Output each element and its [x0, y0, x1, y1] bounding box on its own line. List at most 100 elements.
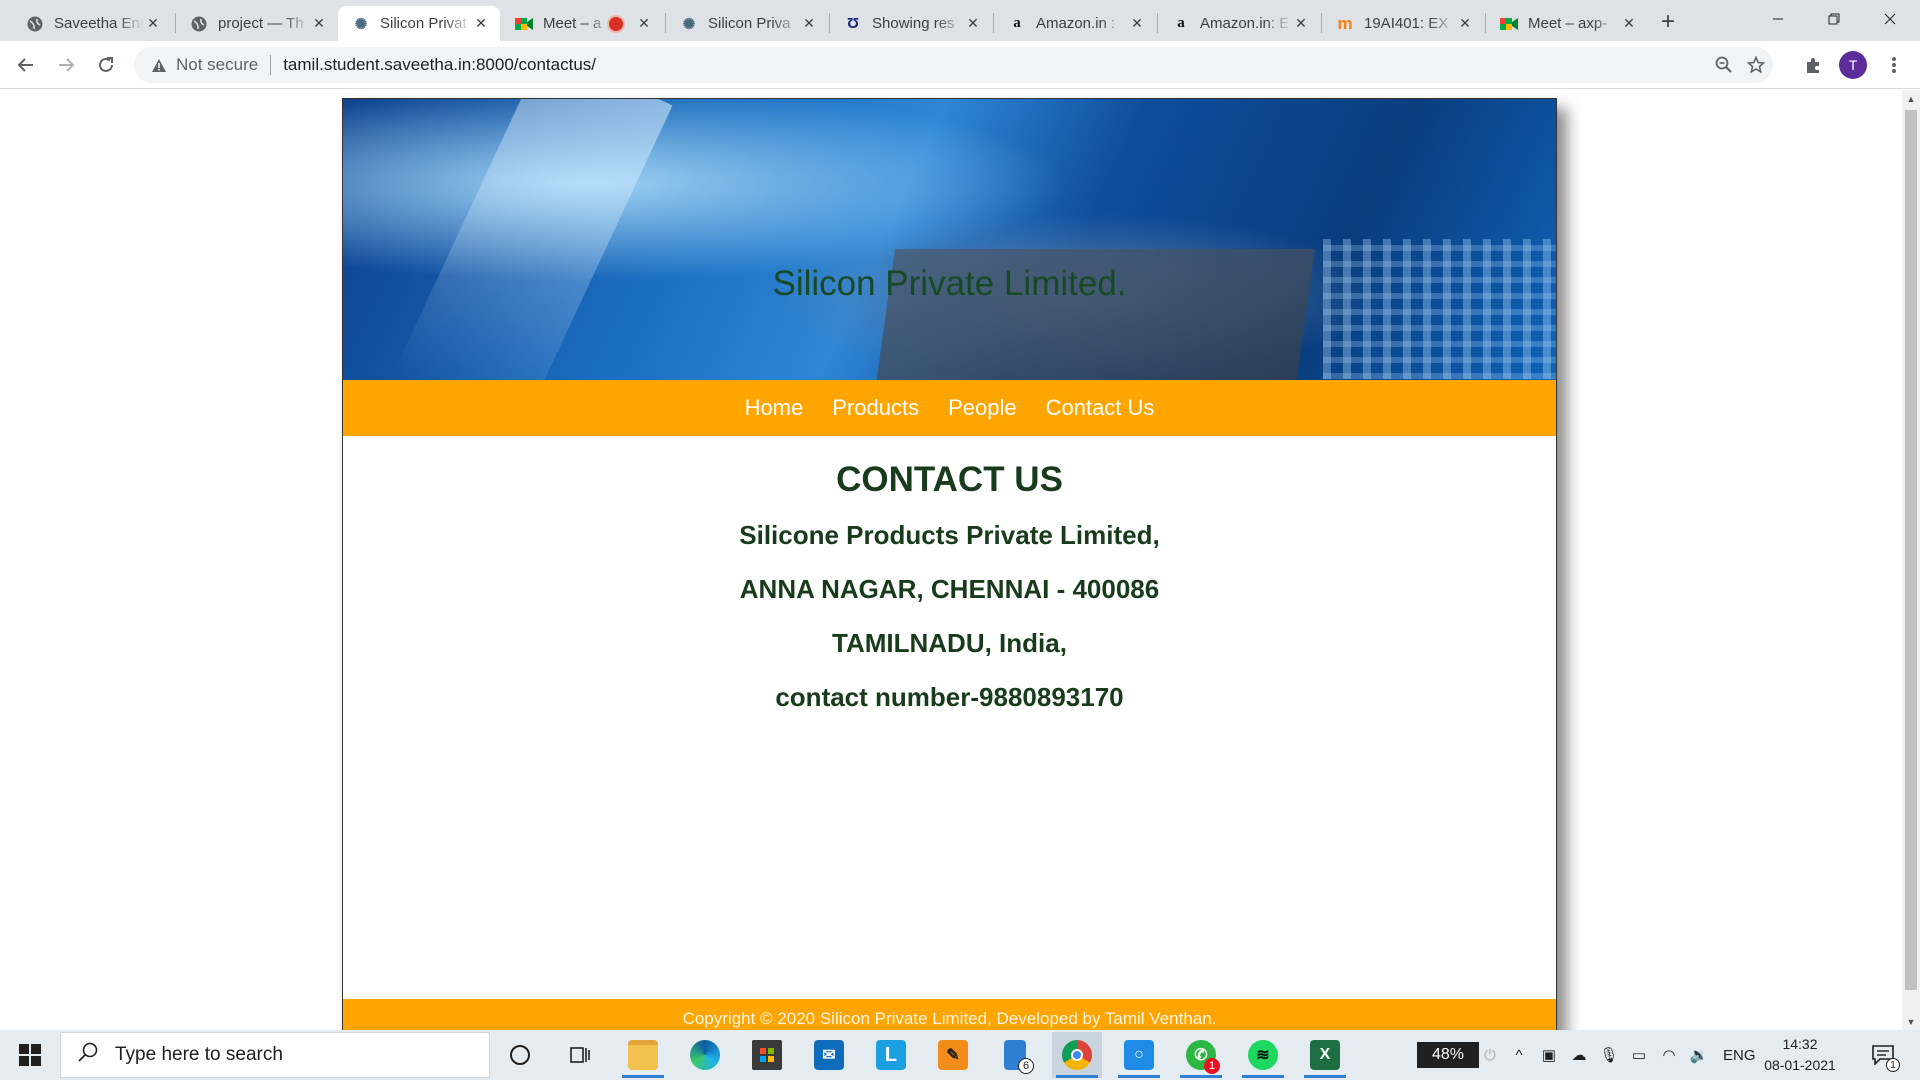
close-icon[interactable]: ✕	[310, 15, 328, 33]
contact-number: contact number-9880893170	[775, 682, 1124, 712]
close-icon[interactable]: ✕	[472, 15, 490, 33]
system-clock[interactable]: 14:32 08-01-2021	[1760, 1034, 1840, 1076]
cortana-button[interactable]	[495, 1032, 545, 1078]
wifi-icon[interactable]: ◠	[1654, 1046, 1684, 1064]
meet-tray-icon[interactable]: ▣	[1534, 1046, 1564, 1064]
app-orange-icon: ✎	[938, 1040, 968, 1070]
store-app[interactable]	[742, 1032, 792, 1078]
notification-center-icon[interactable]: 1	[1868, 1040, 1900, 1072]
edge-app[interactable]	[680, 1032, 730, 1078]
close-icon[interactable]: ✕	[635, 15, 653, 33]
tab-title: Amazon.in :	[1036, 15, 1116, 32]
chevron-up-icon[interactable]: ^	[1504, 1047, 1534, 1064]
amazon-icon: a	[1013, 15, 1021, 31]
windows-logo-icon	[19, 1044, 41, 1066]
battery-icon[interactable]: ▭	[1624, 1046, 1654, 1064]
file-explorer-app[interactable]	[618, 1032, 668, 1078]
search-placeholder: Type here to search	[115, 1044, 283, 1065]
minimize-button[interactable]	[1750, 0, 1806, 38]
task-view-button[interactable]	[555, 1032, 605, 1078]
close-icon[interactable]: ✕	[1292, 15, 1310, 33]
close-icon[interactable]: ✕	[1456, 15, 1474, 33]
close-icon[interactable]: ✕	[1128, 15, 1146, 33]
spotify-app[interactable]: ≋	[1238, 1032, 1288, 1078]
back-button[interactable]	[10, 49, 42, 81]
vertical-scrollbar[interactable]: ▲ ▼	[1902, 90, 1920, 1030]
bookmark-star-icon[interactable]	[1740, 47, 1772, 83]
tab-3-active[interactable]: ✺ Silicon Privat ✕	[338, 6, 500, 41]
language-indicator[interactable]: ENG	[1723, 1032, 1756, 1078]
l-app[interactable]: L	[866, 1032, 916, 1078]
tab-7[interactable]: a Amazon.in : ✕	[994, 6, 1156, 41]
divider	[270, 55, 272, 75]
profile-avatar[interactable]: T	[1839, 51, 1867, 79]
page-viewport: Silicon Private Limited. Home Products P…	[0, 90, 1902, 1030]
excel-app[interactable]: X	[1300, 1032, 1350, 1078]
site-brand-title: Silicon Private Limited.	[772, 264, 1127, 303]
contact-section: CONTACT US Silicone Products Private Lim…	[343, 436, 1556, 999]
phone-app[interactable]: 6	[990, 1032, 1040, 1078]
zoom-video-icon: ○	[1124, 1040, 1154, 1070]
close-window-button[interactable]	[1862, 0, 1918, 38]
search-icon	[77, 1041, 101, 1069]
close-icon[interactable]: ✕	[800, 15, 818, 33]
address-bar[interactable]: Not secure tamil.student.saveetha.in:800…	[134, 47, 1773, 83]
taskbar-search[interactable]: Type here to search	[60, 1032, 490, 1078]
close-icon[interactable]: ✕	[964, 15, 982, 33]
menu-kebab-icon[interactable]	[1878, 49, 1910, 81]
nav-link-contact-us[interactable]: Contact Us	[1046, 395, 1155, 421]
mail-app[interactable]: ✉	[804, 1032, 854, 1078]
new-tab-button[interactable]: +	[1652, 8, 1684, 36]
tab-8[interactable]: a Amazon.in: E ✕	[1158, 6, 1320, 41]
company-name: Silicone Products Private Limited,	[739, 520, 1160, 550]
search-favicon-icon: Ʊ	[846, 15, 860, 32]
tab-1[interactable]: Saveetha Eng ✕	[12, 6, 172, 41]
windows-taskbar: Type here to search ✉ L ✎ 6 ○ ✆ 1 ≋ X 48…	[0, 1030, 1920, 1080]
page-title: CONTACT US	[836, 460, 1063, 499]
copyright-text: Copyright © 2020 Silicon Private Limited…	[682, 1009, 1217, 1028]
tab-9[interactable]: m 19AI401: EX ✕	[1322, 6, 1484, 41]
warning-icon[interactable]	[150, 56, 168, 74]
url-text[interactable]: tamil.student.saveetha.in:8000/contactus…	[283, 55, 596, 75]
nav-link-home[interactable]: Home	[745, 395, 804, 421]
volume-icon[interactable]: 🔉	[1684, 1046, 1714, 1064]
tab-5[interactable]: ✺ Silicon Priva ✕	[666, 6, 828, 41]
zoom-app[interactable]: ○	[1114, 1032, 1164, 1078]
battery-percentage[interactable]: 48%	[1417, 1042, 1479, 1068]
restore-button[interactable]	[1806, 0, 1862, 38]
nav-link-products[interactable]: Products	[832, 395, 919, 421]
gear-favicon-icon: ✺	[682, 15, 696, 33]
reload-button[interactable]	[90, 49, 122, 81]
zoom-icon[interactable]	[1708, 47, 1740, 83]
banner-decoration	[393, 99, 673, 380]
notification-count: 1	[1886, 1058, 1900, 1072]
scroll-down-arrow-icon[interactable]: ▼	[1902, 1013, 1920, 1030]
extensions-icon[interactable]	[1797, 49, 1829, 81]
state-country: TAMILNADU, India,	[832, 628, 1067, 658]
close-icon[interactable]: ✕	[144, 15, 162, 33]
scroll-up-arrow-icon[interactable]: ▲	[1902, 90, 1920, 107]
tab-10[interactable]: Meet – axp- ✕	[1486, 6, 1648, 41]
moodle-icon: m	[1337, 13, 1353, 33]
microphone-icon[interactable]: 🎙	[1594, 1046, 1624, 1064]
clock-time: 14:32	[1782, 1036, 1818, 1052]
tab-4[interactable]: Meet – a ✕	[501, 6, 663, 41]
tab-2[interactable]: project — Th ✕	[176, 6, 338, 41]
nav-link-people[interactable]: People	[948, 395, 1017, 421]
start-button[interactable]	[10, 1040, 50, 1070]
security-label[interactable]: Not secure	[176, 55, 258, 75]
scroll-thumb[interactable]	[1905, 110, 1917, 990]
browser-toolbar: Not secure tamil.student.saveetha.in:800…	[0, 41, 1920, 89]
close-icon[interactable]: ✕	[1620, 15, 1638, 33]
orange-app[interactable]: ✎	[928, 1032, 978, 1078]
tab-strip: Saveetha Eng ✕ project — Th ✕ ✺ Silicon …	[0, 0, 1920, 41]
tray-icons: ⏻ ^ ▣ ☁ 🎙 ▭ ◠ 🔉	[1484, 1032, 1714, 1078]
globe-icon	[190, 15, 208, 33]
whatsapp-app[interactable]: ✆ 1	[1176, 1032, 1226, 1078]
onedrive-icon[interactable]: ☁	[1564, 1046, 1594, 1064]
forward-button[interactable]	[50, 49, 82, 81]
charging-plug-icon[interactable]: ⏻	[1484, 1047, 1504, 1064]
chrome-app[interactable]	[1052, 1032, 1102, 1078]
tab-6[interactable]: Ʊ Showing res ✕	[830, 6, 992, 41]
tab-title: project — Th	[218, 15, 304, 32]
